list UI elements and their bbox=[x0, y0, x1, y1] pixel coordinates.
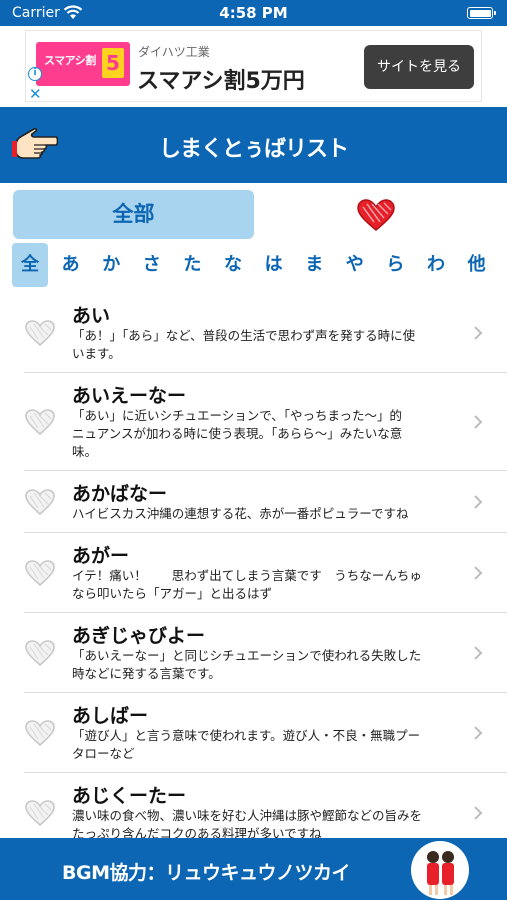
favorite-heart-icon[interactable] bbox=[24, 799, 56, 827]
kana-index-item[interactable]: た bbox=[174, 243, 210, 287]
status-bar: Carrier 4:58 PM bbox=[0, 0, 507, 26]
ad-close-icon[interactable]: ✕ bbox=[29, 85, 42, 103]
chevron-right-icon bbox=[474, 326, 483, 340]
word-description-line: 「あいえーなー」と同じシチュエーションで使われる失敗した bbox=[72, 648, 422, 663]
ad-banner[interactable]: スマアシ割 5 i ✕ ダイハツ工業 スマアシ割5万円 サイトを見る bbox=[25, 30, 482, 103]
favorite-heart-icon[interactable] bbox=[24, 639, 56, 667]
word-description-line: ハイビスカス沖縄の連想する花、赤が一番ポピュラーですね bbox=[72, 506, 409, 521]
chevron-right-icon bbox=[474, 495, 483, 509]
word-term: あぎじゃびよー bbox=[72, 625, 206, 647]
word-description-line: 味。 bbox=[72, 444, 98, 459]
list-item[interactable]: あいえーなー 「あい」に近いシチュエーションで、「やっちまった〜」的 ニュアンスが加… bbox=[0, 373, 507, 471]
word-term: あしばー bbox=[72, 705, 149, 727]
list-item[interactable]: あがー イテ！痛い！ 思わず出てしまう言葉です うちなーんちゅ なら叩いたら「アガー… bbox=[0, 533, 507, 613]
favorite-heart-icon[interactable] bbox=[24, 319, 56, 347]
list-item[interactable]: あかばなー ハイビスカス沖縄の連想する花、赤が一番ポピュラーですね bbox=[0, 471, 507, 533]
word-description-line: ニュアンスが加わる時に使う表現。「あらら〜」みたいな意 bbox=[72, 426, 403, 441]
list-item[interactable]: あい 「あ！」「あら」など、普段の生活で思わず声を発する時に使 います。 bbox=[0, 293, 507, 373]
word-description-line: います。 bbox=[72, 346, 121, 361]
kana-index-item[interactable]: や bbox=[337, 243, 373, 287]
kana-index-item[interactable]: ら bbox=[377, 243, 413, 287]
chevron-right-icon bbox=[474, 726, 483, 740]
ad-image-text: スマアシ割 bbox=[44, 54, 96, 67]
word-description-line: タローなど bbox=[72, 746, 135, 761]
tab-all[interactable]: 全部 bbox=[13, 190, 254, 239]
word-term: あがー bbox=[72, 545, 130, 567]
ad-image-badge: 5 bbox=[102, 48, 124, 78]
ad-sponsor: ダイハツ工業 bbox=[138, 45, 210, 59]
word-description-line: 「遊び人」と言う意味で使われます。遊び人・不良・無職プー bbox=[72, 728, 421, 743]
ad-image[interactable]: スマアシ割 5 bbox=[36, 42, 130, 86]
kana-index-item[interactable]: わ bbox=[418, 243, 454, 287]
footer: BGM協力：リュウキュウノツカイ bbox=[0, 838, 507, 900]
artist-avatar-image bbox=[427, 851, 454, 895]
list-item[interactable]: あぎじゃびよー 「あいえーなー」と同じシチュエーションで使われる失敗した 時などに発… bbox=[0, 613, 507, 693]
ad-cta-button[interactable]: サイトを見る bbox=[364, 45, 474, 89]
kana-index-item[interactable]: は bbox=[256, 243, 292, 287]
word-description-line: 「あ！」「あら」など、普段の生活で思わず声を発する時に使 bbox=[72, 328, 416, 343]
favorite-heart-icon[interactable] bbox=[24, 408, 56, 436]
kana-index-item[interactable]: さ bbox=[134, 243, 170, 287]
list-item[interactable]: あしばー 「遊び人」と言う意味で使われます。遊び人・不良・無職プー タローなど bbox=[0, 693, 507, 773]
word-term: あかばなー bbox=[72, 483, 168, 505]
artist-avatar[interactable] bbox=[411, 841, 469, 899]
page-title: しまくとぅばリスト bbox=[158, 137, 349, 162]
battery-icon bbox=[467, 7, 496, 19]
chevron-right-icon bbox=[474, 646, 483, 660]
kana-index-item[interactable]: ま bbox=[296, 243, 332, 287]
favorite-heart-icon[interactable] bbox=[24, 488, 56, 516]
bgm-credit: BGM協力：リュウキュウノツカイ bbox=[62, 862, 351, 884]
chevron-right-icon bbox=[474, 415, 483, 429]
kana-index-item[interactable]: か bbox=[93, 243, 129, 287]
list-item[interactable]: あじくーたー 濃い味の食べ物、濃い味を好む人沖縄は豚や鰹節などの旨みを たっぷり含ん… bbox=[0, 773, 507, 838]
heart-icon bbox=[357, 199, 395, 231]
favorite-heart-icon[interactable] bbox=[24, 719, 56, 747]
word-term: あい bbox=[72, 305, 111, 327]
word-description-line: 時などに発する言葉です。 bbox=[72, 666, 221, 681]
kana-index-item[interactable]: 他 bbox=[459, 243, 495, 287]
clock: 4:58 PM bbox=[219, 4, 288, 22]
word-description-line: 濃い味の食べ物、濃い味を好む人沖縄は豚や鰹節などの旨みを bbox=[72, 808, 423, 823]
word-term: あじくーたー bbox=[72, 785, 187, 807]
app-screen: Carrier 4:58 PM スマアシ割 5 i ✕ ダイハツ工業 スマアシ割… bbox=[0, 0, 507, 900]
favorite-heart-icon[interactable] bbox=[24, 559, 56, 587]
kana-index-item[interactable]: 全 bbox=[12, 243, 48, 287]
header: しまくとぅばリスト bbox=[0, 107, 507, 183]
chevron-right-icon bbox=[474, 806, 483, 820]
word-description-line: 「あい」に近いシチュエーションで、「やっちまった〜」的 bbox=[72, 408, 403, 423]
word-description-line: イテ！痛い！ 思わず出てしまう言葉です うちなーんちゅ bbox=[72, 568, 422, 583]
ad-info-icon[interactable]: i bbox=[28, 67, 42, 81]
kana-index: 全あかさたなはまやらわ他 bbox=[12, 243, 497, 287]
word-description-line: なら叩いたら「アガー」と出るはず bbox=[72, 586, 273, 601]
word-description-line: たっぷり含んだコクのある料理が多いですね bbox=[72, 826, 322, 838]
kana-index-item[interactable]: あ bbox=[53, 243, 89, 287]
tab-favorites[interactable] bbox=[254, 190, 494, 239]
kana-index-item[interactable]: な bbox=[215, 243, 251, 287]
word-term: あいえーなー bbox=[72, 385, 187, 407]
ad-headline[interactable]: スマアシ割5万円 bbox=[137, 63, 305, 95]
chevron-right-icon bbox=[474, 566, 483, 580]
word-list: あい 「あ！」「あら」など、普段の生活で思わず声を発する時に使 います。 あいえーなー… bbox=[0, 293, 507, 838]
